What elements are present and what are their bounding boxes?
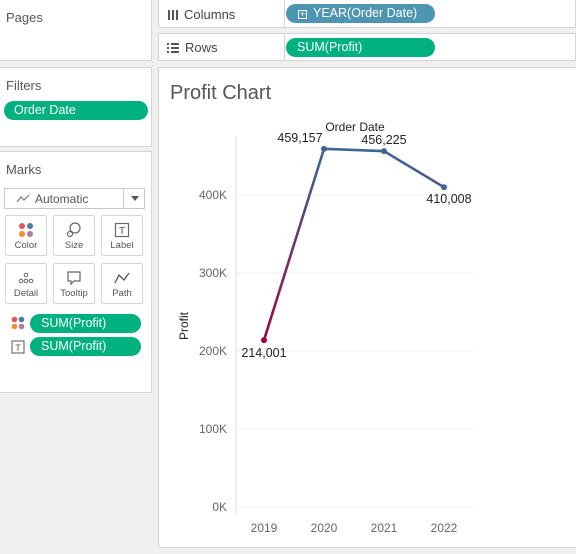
y-tick-label: 200K bbox=[199, 344, 227, 358]
data-point[interactable] bbox=[321, 145, 327, 152]
series-line-segment bbox=[262, 147, 326, 342]
y-tick-label: 100K bbox=[199, 422, 227, 436]
data-label: 410,008 bbox=[426, 192, 471, 206]
data-label: 214,001 bbox=[241, 346, 286, 360]
y-axis-title: Profit bbox=[177, 311, 191, 340]
x-tick-label: 2021 bbox=[371, 521, 398, 535]
data-point[interactable] bbox=[441, 184, 447, 191]
x-tick-label: 2019 bbox=[251, 521, 278, 535]
series-line-segment bbox=[382, 149, 446, 189]
data-label: 459,157 bbox=[277, 131, 322, 145]
x-tick-label: 2020 bbox=[311, 521, 338, 535]
profit-line-chart: 0K 100K 200K 300K 400K 2019 2020 2021 2022 Order… bbox=[177, 120, 475, 535]
data-point[interactable] bbox=[261, 337, 267, 344]
y-tick-label: 400K bbox=[199, 188, 227, 202]
x-tick-label: 2022 bbox=[431, 521, 458, 535]
x-axis-title: Order Date bbox=[325, 120, 385, 134]
series-line-segment bbox=[322, 147, 386, 153]
y-tick-label: 300K bbox=[199, 266, 227, 280]
data-point[interactable] bbox=[381, 148, 387, 155]
data-label: 456,225 bbox=[361, 133, 406, 147]
y-tick-label: 0K bbox=[212, 500, 227, 514]
